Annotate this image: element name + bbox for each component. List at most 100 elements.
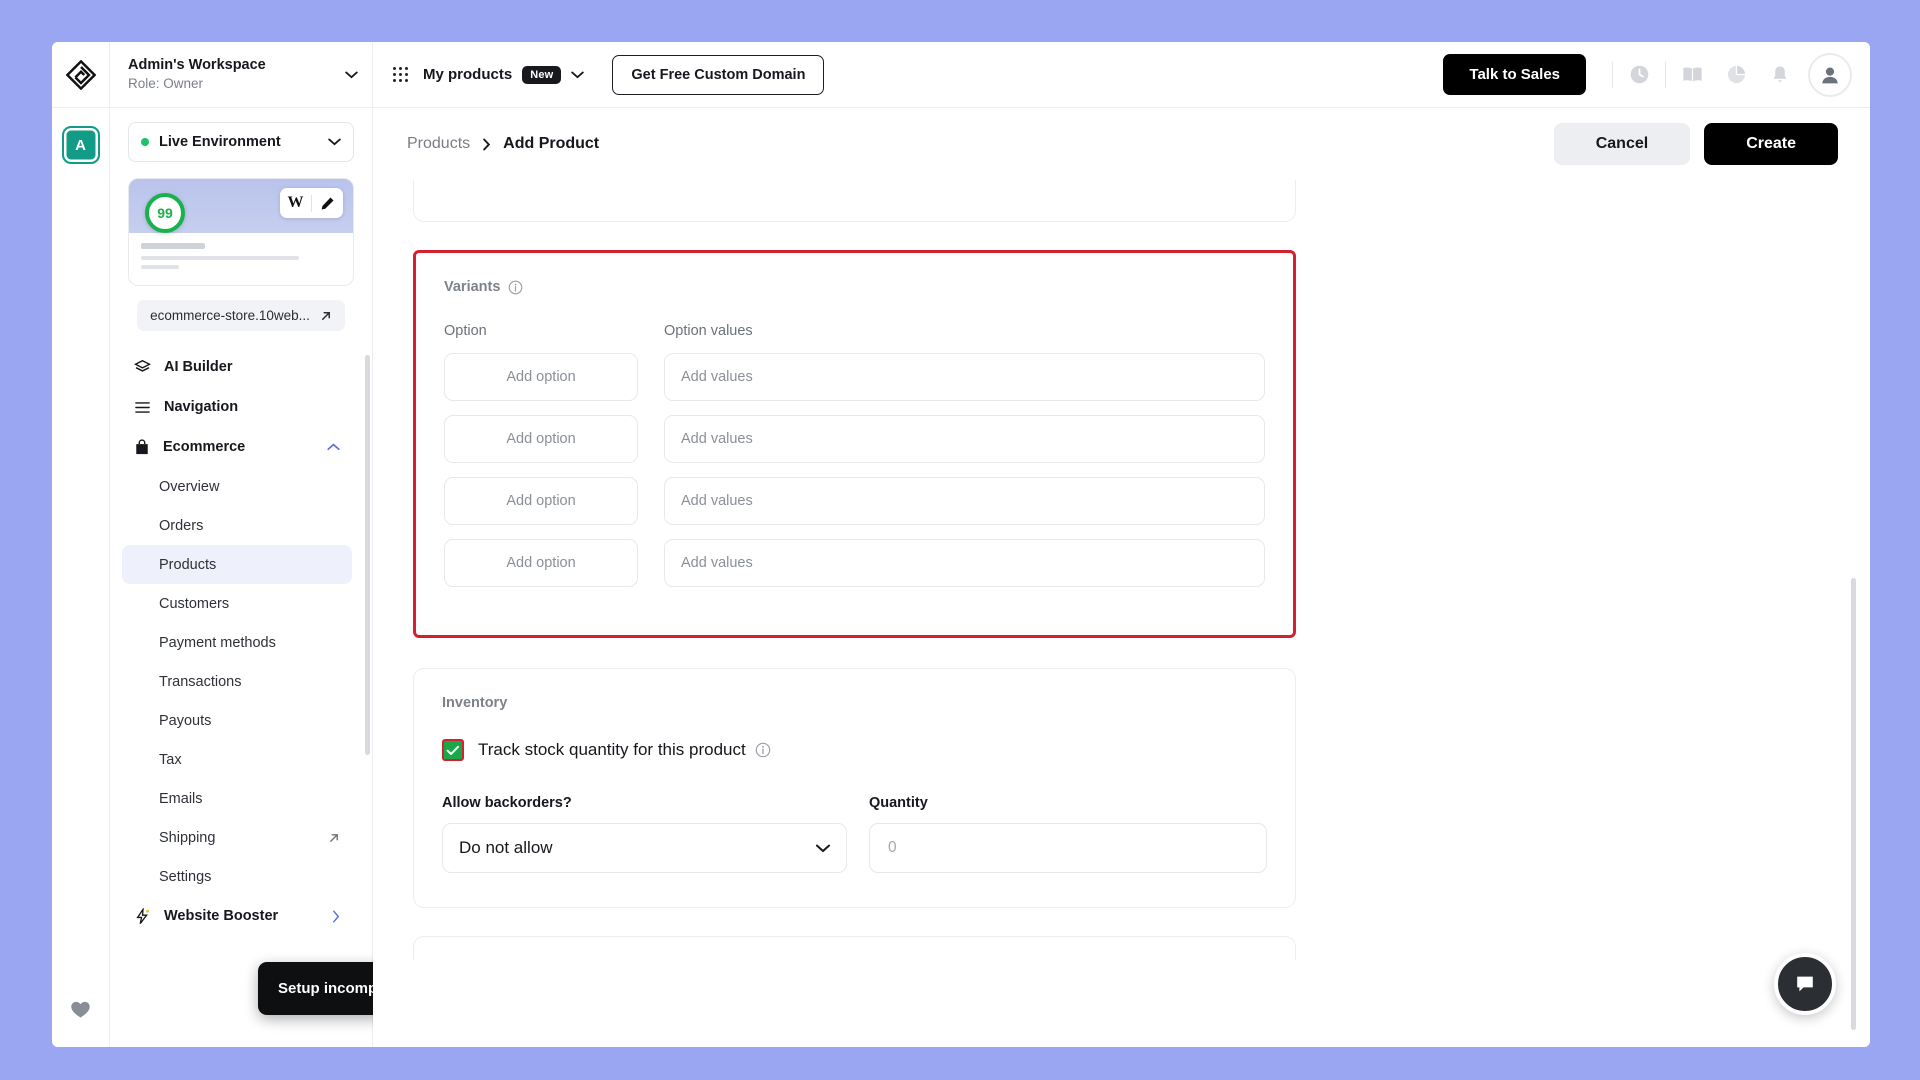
sidebar-item-tax[interactable]: Tax [122, 740, 352, 779]
inventory-fields: Allow backorders? Do not allow Quantity … [442, 795, 1267, 873]
notifications-bell-icon[interactable] [1758, 53, 1802, 97]
site-actions: W [280, 188, 343, 218]
divider [1612, 61, 1613, 88]
option-values-input[interactable]: Add values [664, 477, 1265, 525]
column-header-option: Option [444, 323, 487, 339]
sidebar-item-payouts[interactable]: Payouts [122, 701, 352, 740]
sidebar-item-label: Customers [159, 595, 230, 612]
cancel-button[interactable]: Cancel [1553, 123, 1691, 165]
main-scrollbar[interactable] [1851, 578, 1856, 1030]
top-nav-right: Talk to Sales [1443, 52, 1852, 97]
my-products-label: My products [423, 66, 513, 83]
column-header-option-values: Option values [664, 323, 753, 339]
sidebar-item-emails[interactable]: Emails [122, 779, 352, 818]
workspace-switcher[interactable]: Admin's Workspace Role: Owner [110, 42, 373, 108]
site-domain-chip[interactable]: ecommerce-store.10web... [137, 300, 345, 331]
pencil-edit-icon[interactable] [312, 196, 343, 211]
breadcrumb-products-link[interactable]: Products [407, 135, 470, 153]
rail-workspace-avatar[interactable]: A [61, 126, 100, 164]
sidebar-item-shipping[interactable]: Shipping [122, 818, 352, 857]
sidebar-item-label: Emails [159, 790, 203, 807]
environment-label: Live Environment [159, 134, 281, 150]
backorders-label: Allow backorders? [442, 795, 572, 811]
preview-skeleton-title [141, 243, 205, 249]
top-bar: Admin's Workspace Role: Owner My product… [52, 42, 1870, 108]
header-actions: Cancel Create [1553, 123, 1838, 165]
external-link-icon [330, 833, 338, 842]
external-link-icon [321, 311, 330, 320]
book-docs-icon[interactable] [1670, 53, 1714, 97]
option-values-input[interactable]: Add values [664, 353, 1265, 401]
left-rail: A [52, 108, 110, 1047]
diamond-logo-icon [65, 59, 96, 90]
option-name-input[interactable]: Add option [444, 539, 638, 587]
page-background: Admin's Workspace Role: Owner My product… [0, 0, 1920, 1080]
sidebar-item-orders[interactable]: Orders [122, 506, 352, 545]
history-clock-icon[interactable] [1617, 53, 1661, 97]
create-button[interactable]: Create [1704, 123, 1838, 165]
top-nav: My products New Get Free Custom Domain T… [373, 42, 1870, 108]
sidebar-item-website-booster[interactable]: Website Booster [122, 896, 352, 936]
variants-title-label: Variants [444, 279, 501, 295]
status-dot [141, 138, 149, 146]
track-stock-label-wrap: Track stock quantity for this product [478, 740, 771, 760]
backorders-select[interactable]: Do not allow [442, 823, 847, 873]
chat-support-button[interactable] [1774, 953, 1836, 1015]
option-values-input[interactable]: Add values [664, 539, 1265, 587]
variants-section-title: Variants [444, 279, 1265, 295]
variant-row: Add option Add values [444, 477, 1265, 525]
track-stock-label: Track stock quantity for this product [478, 740, 746, 759]
site-preview-hero: 99 W [129, 179, 353, 233]
main-header: Products Add Product Cancel Create [373, 108, 1870, 180]
quantity-input[interactable]: 0 [868, 823, 1267, 873]
info-circle-icon[interactable] [508, 280, 523, 295]
sidebar-item-label: Overview [159, 478, 220, 495]
sidebar-item-ai-builder[interactable]: AI Builder [122, 347, 352, 387]
sidebar-item-overview[interactable]: Overview [122, 467, 352, 506]
chevron-down-icon [328, 138, 341, 146]
variant-row: Add option Add values [444, 415, 1265, 463]
preview-skeleton-line [141, 265, 179, 269]
inventory-section-title: Inventory [442, 695, 1267, 711]
talk-to-sales-button[interactable]: Talk to Sales [1443, 54, 1586, 95]
quantity-label: Quantity [868, 795, 928, 811]
wordpress-admin-icon[interactable]: W [280, 194, 311, 212]
sidebar-item-payment-methods[interactable]: Payment methods [122, 623, 352, 662]
workspace-role: Role: Owner [128, 76, 204, 92]
apps-grid-icon[interactable] [393, 66, 409, 83]
brand-logo-cell[interactable] [52, 42, 110, 108]
variants-card: Variants Option Option values Add option… [413, 250, 1296, 638]
my-products-menu[interactable]: My products New [423, 65, 585, 84]
sidebar-item-ecommerce[interactable]: Ecommerce [122, 427, 352, 467]
sidebar-item-label: Tax [159, 751, 182, 768]
variant-row: Add option Add values [444, 353, 1265, 401]
info-circle-icon[interactable] [755, 742, 771, 758]
sidebar-item-label: Orders [159, 517, 204, 534]
option-name-input[interactable]: Add option [444, 353, 638, 401]
option-name-input[interactable]: Add option [444, 415, 638, 463]
environment-selector[interactable]: Live Environment [128, 122, 354, 162]
sidebar-item-settings[interactable]: Settings [122, 857, 352, 896]
track-stock-checkbox[interactable] [442, 739, 464, 761]
option-values-input[interactable]: Add values [664, 415, 1265, 463]
sidebar-item-label: Shipping [159, 829, 216, 846]
quantity-field: Quantity 0 [868, 795, 1267, 873]
heart-shield-icon[interactable] [69, 998, 92, 1025]
analytics-pie-icon[interactable] [1714, 53, 1758, 97]
sidebar-item-navigation[interactable]: Navigation [122, 387, 352, 427]
user-avatar-icon[interactable] [1808, 52, 1852, 97]
app-window: Admin's Workspace Role: Owner My product… [52, 42, 1870, 1047]
divider [1665, 61, 1666, 88]
sidebar-item-customers[interactable]: Customers [122, 584, 352, 623]
sidebar-item-transactions[interactable]: Transactions [122, 662, 352, 701]
sidebar-item-products[interactable]: Products [122, 545, 352, 584]
lightning-bolt-icon [136, 907, 150, 924]
sidebar-item-label: AI Builder [164, 359, 233, 375]
get-free-custom-domain-button[interactable]: Get Free Custom Domain [612, 54, 825, 95]
next-card-partial [413, 936, 1296, 960]
sidebar-scrollbar[interactable] [365, 355, 370, 755]
chevron-down-icon [571, 71, 585, 78]
site-preview-card[interactable]: 99 W [128, 178, 354, 286]
option-name-input[interactable]: Add option [444, 477, 638, 525]
sidebar-item-label: Ecommerce [163, 439, 246, 455]
